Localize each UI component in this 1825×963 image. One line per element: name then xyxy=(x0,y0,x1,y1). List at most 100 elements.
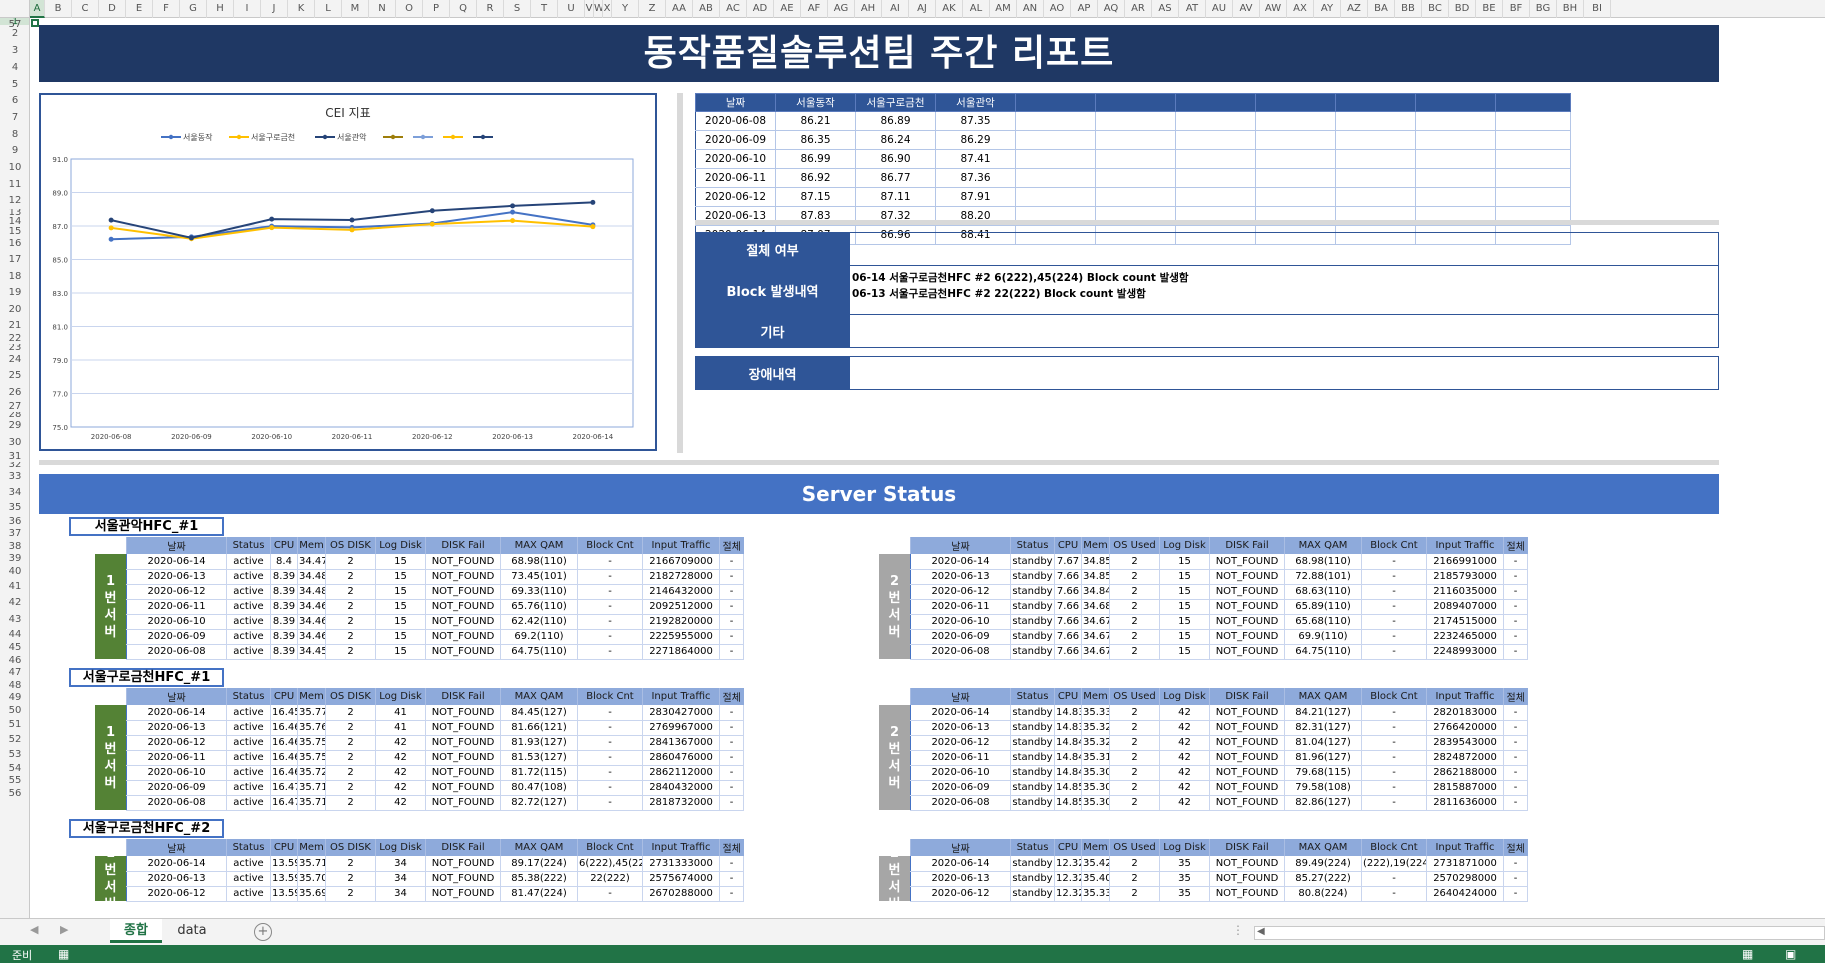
summary-cell[interactable] xyxy=(1095,187,1176,207)
row-header[interactable]: 39 xyxy=(0,553,29,565)
metric-cell[interactable]: - xyxy=(719,720,744,736)
metric-cell[interactable]: 2 xyxy=(325,614,376,630)
summary-cell[interactable] xyxy=(1175,111,1256,131)
column-header[interactable]: BD xyxy=(1449,0,1476,18)
column-header[interactable]: P xyxy=(423,0,450,18)
metric-cell[interactable]: 7.66 xyxy=(1054,644,1082,660)
metric-cell[interactable]: 2839543000 xyxy=(1426,735,1504,751)
row-header[interactable]: 4 xyxy=(0,59,29,76)
block-history-value[interactable]: 06-14 서울구로금천HFC #2 6(222),45(224) Block … xyxy=(850,266,1718,314)
metric-cell[interactable]: 69.2(110) xyxy=(500,629,578,645)
row-header[interactable]: 17 xyxy=(0,251,29,268)
metric-cell[interactable]: - xyxy=(1361,599,1427,615)
metric-cell[interactable]: 2 xyxy=(325,705,376,721)
metric-cell[interactable]: 84.45(127) xyxy=(500,705,578,721)
metric-cell[interactable]: 7.66 xyxy=(1054,599,1082,615)
summary-cell[interactable] xyxy=(1175,187,1256,207)
metric-cell[interactable]: - xyxy=(719,735,744,751)
metric-cell[interactable]: 79.68(115) xyxy=(1284,765,1362,781)
metric-cell[interactable]: 65.76(110) xyxy=(500,599,578,615)
metric-cell[interactable]: 15 xyxy=(1159,644,1210,660)
summary-cell[interactable]: 86.29 xyxy=(935,130,1016,150)
column-header[interactable]: AO xyxy=(1044,0,1071,18)
metric-cell[interactable]: active xyxy=(226,599,271,615)
metric-cell[interactable]: 2020-06-09 xyxy=(126,780,227,796)
metric-cell[interactable]: 2020-06-10 xyxy=(910,614,1011,630)
metric-cell[interactable]: 34.85 xyxy=(1081,569,1110,585)
metric-cell[interactable]: - xyxy=(719,795,744,811)
column-header[interactable]: AY xyxy=(1314,0,1341,18)
metric-cell[interactable]: 14.84 xyxy=(1054,735,1082,751)
column-header[interactable]: BI xyxy=(1584,0,1611,18)
metric-cell[interactable]: active xyxy=(226,750,271,766)
metric-cell[interactable]: 13.59 xyxy=(270,871,298,887)
column-header[interactable]: AH xyxy=(855,0,882,18)
column-header[interactable]: AF xyxy=(801,0,828,18)
metric-cell[interactable]: 34.48 xyxy=(297,584,326,600)
row-header[interactable]: 10 xyxy=(0,159,29,176)
horizontal-scrollbar[interactable]: ◀ xyxy=(1254,926,1825,940)
metric-cell[interactable]: 14.85 xyxy=(1054,780,1082,796)
metric-cell[interactable]: 15 xyxy=(1159,584,1210,600)
metric-cell[interactable]: 2 xyxy=(325,886,376,902)
metric-cell[interactable]: active xyxy=(226,569,271,585)
summary-cell[interactable]: 87.41 xyxy=(935,149,1016,169)
column-header[interactable]: AM xyxy=(990,0,1017,18)
metric-cell[interactable]: 42 xyxy=(1159,780,1210,796)
row-header[interactable]: 37 xyxy=(0,528,29,540)
row-header[interactable]: 48 xyxy=(0,679,29,692)
metric-cell[interactable]: standby xyxy=(1010,795,1055,811)
metric-cell[interactable]: 41 xyxy=(375,720,426,736)
summary-cell[interactable] xyxy=(1495,130,1571,150)
metric-cell[interactable]: - xyxy=(577,750,643,766)
column-header[interactable]: BG xyxy=(1530,0,1557,18)
summary-cell[interactable]: 87.35 xyxy=(935,111,1016,131)
metric-cell[interactable]: 89.17(224) xyxy=(500,856,578,872)
summary-cell[interactable] xyxy=(1015,130,1096,150)
row-header[interactable]: 29 xyxy=(0,418,29,434)
metric-cell[interactable]: 15 xyxy=(375,569,426,585)
summary-cell[interactable] xyxy=(1415,187,1496,207)
metric-cell[interactable]: 42 xyxy=(375,780,426,796)
metric-cell[interactable]: - xyxy=(577,735,643,751)
metric-cell[interactable]: NOT_FOUND xyxy=(1209,720,1285,736)
column-header[interactable]: AW xyxy=(1260,0,1287,18)
metric-cell[interactable]: 2020-06-14 xyxy=(910,554,1011,570)
metric-cell[interactable]: 35.71 xyxy=(297,795,326,811)
metric-cell[interactable]: 42 xyxy=(1159,720,1210,736)
metric-cell[interactable]: 15 xyxy=(375,614,426,630)
metric-cell[interactable]: 81.66(121) xyxy=(500,720,578,736)
metric-cell[interactable]: 2575674000 xyxy=(642,871,720,887)
row-header[interactable]: 25 xyxy=(0,368,29,384)
metric-cell[interactable]: NOT_FOUND xyxy=(1209,705,1285,721)
metric-cell[interactable]: - xyxy=(1361,584,1427,600)
column-header[interactable]: AP xyxy=(1071,0,1098,18)
column-header[interactable]: BE xyxy=(1476,0,1503,18)
metric-cell[interactable]: 15 xyxy=(1159,599,1210,615)
column-header[interactable]: I xyxy=(234,0,261,18)
column-header[interactable]: F xyxy=(153,0,180,18)
metric-cell[interactable]: 2020-06-11 xyxy=(126,750,227,766)
metric-cell[interactable]: 2020-06-09 xyxy=(910,780,1011,796)
metric-cell[interactable]: 65.68(110) xyxy=(1284,614,1362,630)
metric-cell[interactable]: 2174515000 xyxy=(1426,614,1504,630)
metric-cell[interactable]: - xyxy=(577,614,643,630)
metric-cell[interactable]: 68.98(110) xyxy=(500,554,578,570)
summary-cell[interactable]: 86.99 xyxy=(775,149,856,169)
normal-view-icon[interactable]: ▦ xyxy=(1742,947,1753,961)
metric-cell[interactable]: 2020-06-14 xyxy=(126,856,227,872)
summary-cell[interactable] xyxy=(1015,187,1096,207)
metric-cell[interactable]: 35.31 xyxy=(1081,750,1110,766)
metric-cell[interactable]: 2815887000 xyxy=(1426,780,1504,796)
metric-cell[interactable]: NOT_FOUND xyxy=(1209,599,1285,615)
row-header[interactable]: 47 xyxy=(0,667,29,679)
metric-cell[interactable]: NOT_FOUND xyxy=(1209,629,1285,645)
metric-cell[interactable]: NOT_FOUND xyxy=(1209,871,1285,887)
metric-cell[interactable]: standby xyxy=(1010,735,1055,751)
metric-cell[interactable]: standby xyxy=(1010,584,1055,600)
column-header[interactable]: W xyxy=(594,0,603,18)
summary-cell[interactable] xyxy=(1015,111,1096,131)
metric-cell[interactable]: 2020-06-14 xyxy=(126,705,227,721)
metric-cell[interactable]: 14.83 xyxy=(1054,720,1082,736)
metric-cell[interactable]: 84.21(127) xyxy=(1284,705,1362,721)
